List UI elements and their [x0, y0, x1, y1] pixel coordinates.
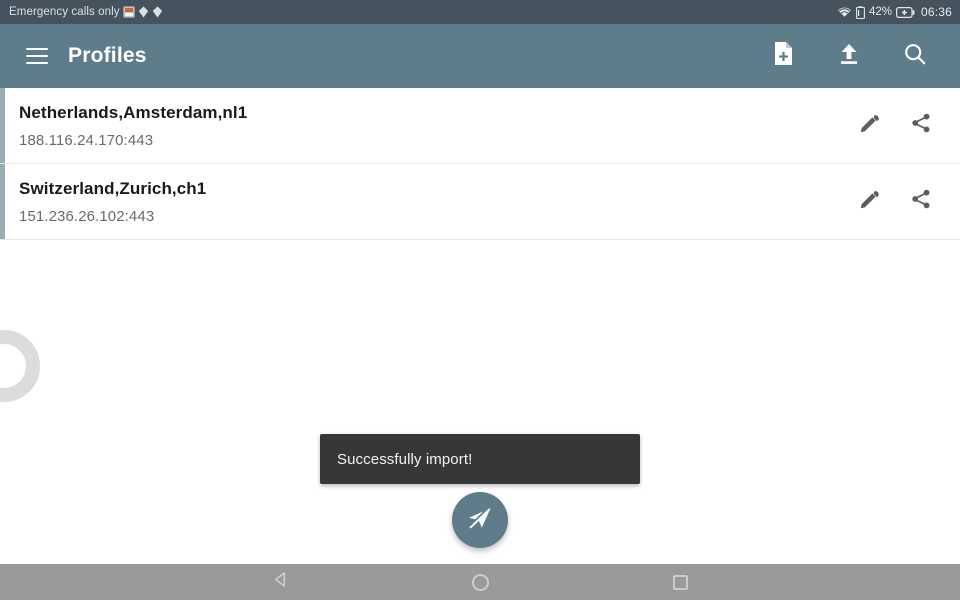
file-add-icon [772, 41, 795, 71]
send-disabled-icon [465, 503, 495, 538]
status-bar-right: 42% 06:36 [837, 5, 952, 19]
import-button[interactable] [826, 33, 872, 79]
clock-text: 06:36 [920, 5, 952, 19]
nav-back-icon [272, 571, 289, 593]
hamburger-menu-icon[interactable] [26, 48, 48, 64]
row-actions [855, 111, 960, 141]
battery-charging-icon [895, 6, 915, 18]
edit-profile-button[interactable] [855, 187, 885, 217]
row-accent-bar [0, 88, 5, 163]
page-title: Profiles [68, 44, 147, 67]
app-bar: Profiles [0, 24, 960, 88]
share-profile-button[interactable] [906, 187, 936, 217]
upload-icon [837, 42, 861, 71]
pencil-icon [859, 112, 881, 139]
toast-message: Successfully import! [320, 434, 640, 484]
profile-address: 151.236.26.102:443 [19, 207, 155, 225]
table-row[interactable]: Netherlands,Amsterdam,nl1 188.116.24.170… [0, 88, 960, 164]
add-profile-button[interactable] [760, 33, 806, 79]
profile-list: Netherlands,Amsterdam,nl1 188.116.24.170… [0, 88, 960, 240]
share-icon [910, 188, 932, 215]
app-root: Emergency calls only 42% 06:36 Profiles … [0, 0, 960, 600]
profile-info: Switzerland,Zurich,ch1 151.236.26.102:44… [19, 179, 206, 225]
nav-home-button[interactable] [380, 573, 580, 591]
row-accent-bar [0, 164, 5, 239]
row-actions [855, 187, 960, 217]
status-bar: Emergency calls only 42% 06:36 [0, 0, 960, 24]
share-icon [910, 112, 932, 139]
sim-card-icon [122, 6, 135, 18]
nav-home-icon [471, 573, 489, 591]
search-button[interactable] [892, 33, 938, 79]
pencil-icon [859, 188, 881, 215]
carrier-status-text: Emergency calls only [9, 6, 120, 18]
profile-address: 188.116.24.170:443 [19, 131, 154, 149]
share-profile-button[interactable] [906, 111, 936, 141]
diamond-icon [138, 6, 149, 18]
search-icon [903, 42, 927, 71]
table-row[interactable]: Switzerland,Zurich,ch1 151.236.26.102:44… [0, 164, 960, 240]
loading-ring-decoration [0, 330, 40, 402]
wifi-icon [837, 6, 852, 18]
status-bar-left: Emergency calls only [9, 6, 163, 18]
nav-recents-icon [672, 574, 688, 590]
nav-back-button[interactable] [180, 571, 380, 593]
toast-text: Successfully import! [337, 450, 473, 468]
edit-profile-button[interactable] [855, 111, 885, 141]
connect-toggle-fab[interactable] [452, 492, 508, 548]
battery-icon [855, 5, 865, 19]
nav-recents-button[interactable] [580, 574, 780, 590]
battery-percent-text: 42% [868, 6, 892, 18]
profile-name: Switzerland,Zurich,ch1 [19, 178, 207, 198]
profile-info: Netherlands,Amsterdam,nl1 188.116.24.170… [19, 103, 247, 149]
diamond-icon [152, 6, 163, 18]
android-navigation-bar [0, 564, 960, 600]
profile-name: Netherlands,Amsterdam,nl1 [19, 102, 248, 122]
app-bar-actions [760, 33, 960, 79]
